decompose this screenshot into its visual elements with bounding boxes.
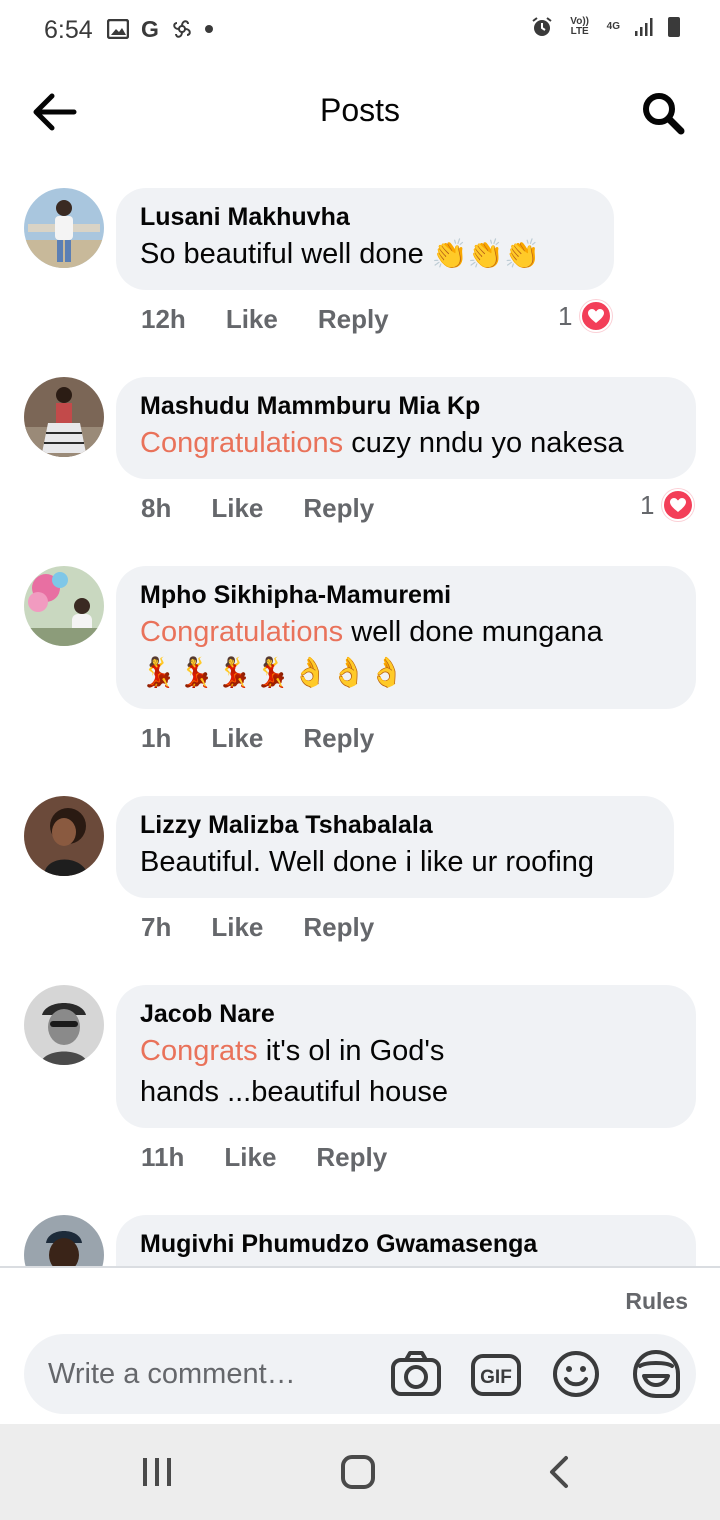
avatar[interactable] <box>24 985 104 1065</box>
comment-text-body: So beautiful well done <box>140 238 424 270</box>
gif-label: GIF <box>480 1367 512 1388</box>
home-icon[interactable] <box>338 1454 378 1490</box>
sticker-icon[interactable] <box>630 1348 682 1400</box>
comment-time[interactable]: 8h <box>141 493 171 524</box>
comment-time[interactable]: 12h <box>141 304 186 335</box>
comment-text: Congratulations well done mungana <box>140 612 672 653</box>
comment-bubble[interactable]: Mugivhi Phumudzo Gwamasenga <box>116 1215 696 1266</box>
comment-author[interactable]: Jacob Nare <box>140 999 672 1029</box>
comment-actions: 8h Like Reply <box>141 493 374 524</box>
love-reaction-icon <box>580 300 613 332</box>
comment-bubble[interactable]: Jacob Nare Congrats it's ol in God's han… <box>116 985 696 1128</box>
comment-time[interactable]: 1h <box>141 723 171 754</box>
reaction-count: 1 <box>558 300 573 331</box>
comment-bubble[interactable]: Mashudu Mammburu Mia Kp Congratulations … <box>116 377 696 479</box>
reply-button[interactable]: Reply <box>303 912 374 943</box>
emoji-icon[interactable] <box>550 1348 602 1400</box>
comment-author[interactable]: Lusani Makhuvha <box>140 202 590 232</box>
comment-text-line2: hands ...beautiful house <box>140 1076 448 1108</box>
back-nav-icon[interactable] <box>540 1454 580 1490</box>
comment-input[interactable] <box>48 1354 378 1394</box>
avatar[interactable] <box>24 566 104 646</box>
comment-author[interactable]: Lizzy Malizba Tshabalala <box>140 810 650 840</box>
like-button[interactable]: Like <box>224 1142 276 1173</box>
comment-text-body: it's ol in God's <box>257 1035 445 1067</box>
avatar[interactable] <box>24 377 104 457</box>
reaction-count: 1 <box>640 489 655 520</box>
comment-bubble[interactable]: Lizzy Malizba Tshabalala Beautiful. Well… <box>116 796 674 898</box>
clapping-hands-emoji: 👏👏👏 <box>431 238 541 271</box>
comment-author[interactable]: Mugivhi Phumudzo Gwamasenga <box>140 1229 672 1259</box>
avatar[interactable] <box>24 1215 104 1266</box>
comment-text: Beautiful. Well done i like ur roofing <box>140 846 595 878</box>
comment-actions: 12h Like Reply <box>141 304 389 335</box>
love-reaction-icon <box>662 489 695 521</box>
highlighted-word[interactable]: Congratulations <box>140 616 343 648</box>
comment-bubble[interactable]: Mpho Sikhipha-Mamuremi Congratulations w… <box>116 566 696 709</box>
avatar[interactable] <box>24 796 104 876</box>
like-button[interactable]: Like <box>211 493 263 524</box>
comments-list[interactable]: Lusani Makhuvha So beautiful well done 👏… <box>0 0 720 1266</box>
like-button[interactable]: Like <box>211 912 263 943</box>
comment-text: Congrats it's ol in God's <box>140 1031 672 1072</box>
system-nav-bar <box>0 1424 720 1520</box>
comment-composer-area: Rules GIF <box>0 1266 720 1424</box>
comment-author[interactable]: Mashudu Mammburu Mia Kp <box>140 391 672 421</box>
comment-author[interactable]: Mpho Sikhipha-Mamuremi <box>140 580 672 610</box>
comment-time[interactable]: 11h <box>141 1142 184 1173</box>
comment-actions: 7h Like Reply <box>141 912 374 943</box>
reply-button[interactable]: Reply <box>316 1142 387 1173</box>
rules-link[interactable]: Rules <box>625 1288 688 1315</box>
reply-button[interactable]: Reply <box>318 304 389 335</box>
comment-text-body: cuzy nndu yo nakesa <box>343 427 624 459</box>
like-button[interactable]: Like <box>211 723 263 754</box>
highlighted-word[interactable]: Congrats <box>140 1035 258 1067</box>
camera-icon[interactable] <box>390 1348 442 1400</box>
highlighted-word[interactable]: Congratulations <box>140 427 343 459</box>
comment-text-body: well done mungana <box>343 616 603 648</box>
reaction-summary[interactable]: 1 <box>640 489 695 521</box>
comment-time[interactable]: 7h <box>141 912 171 943</box>
reply-button[interactable]: Reply <box>303 723 374 754</box>
avatar[interactable] <box>24 188 104 268</box>
reaction-summary[interactable]: 1 <box>558 300 613 332</box>
comment-actions: 1h Like Reply <box>141 723 374 754</box>
comment-composer: GIF <box>24 1334 696 1414</box>
comment-actions: 11h Like Reply <box>141 1142 387 1173</box>
dancer-ok-hand-emojis: 💃💃💃💃👌👌👌 <box>140 657 407 689</box>
recent-apps-icon[interactable] <box>137 1454 177 1490</box>
comment-text: So beautiful well done 👏👏👏 <box>140 234 590 276</box>
gif-icon[interactable]: GIF <box>470 1348 522 1400</box>
reply-button[interactable]: Reply <box>303 493 374 524</box>
comment-text: Congratulations cuzy nndu yo nakesa <box>140 423 672 464</box>
comment-bubble[interactable]: Lusani Makhuvha So beautiful well done 👏… <box>116 188 614 290</box>
like-button[interactable]: Like <box>226 304 278 335</box>
